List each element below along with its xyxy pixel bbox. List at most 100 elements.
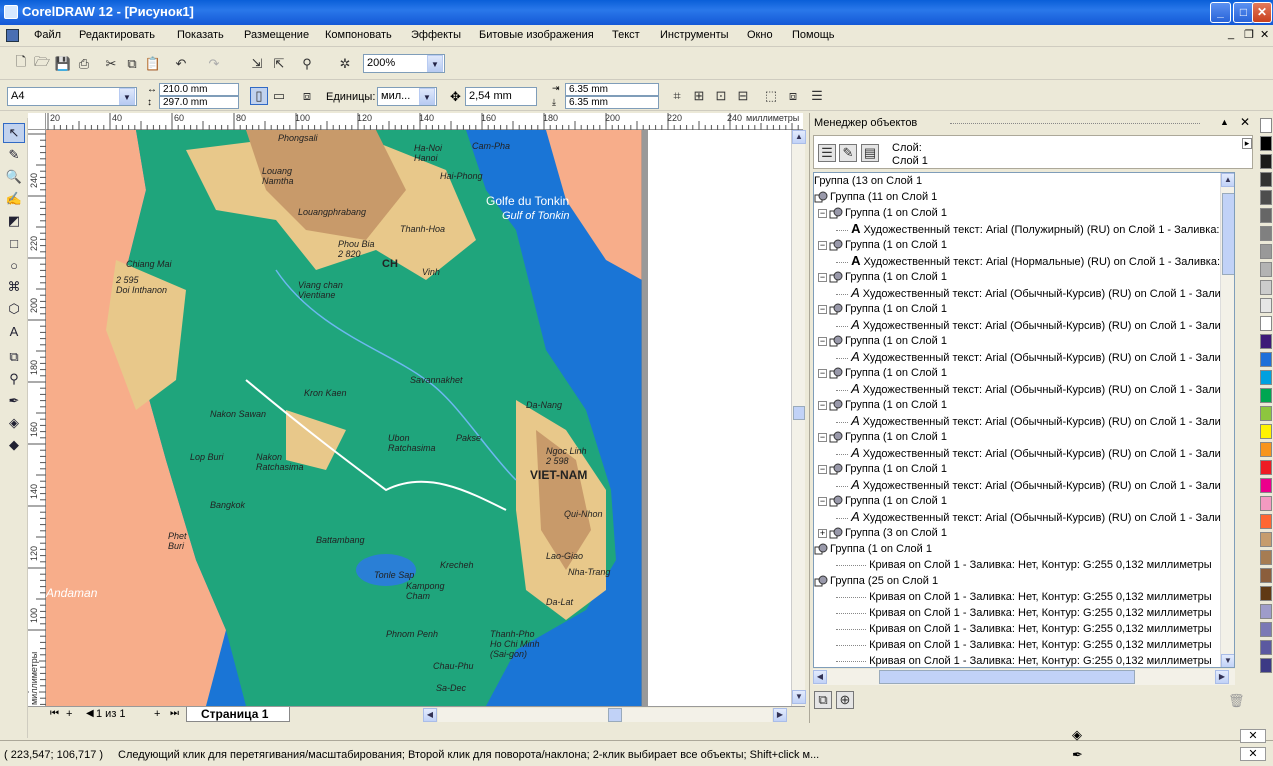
scroll-thumb[interactable] [879,670,1135,684]
expand-toggle-icon[interactable]: − [818,336,827,346]
expand-toggle-icon[interactable]: − [818,400,827,410]
tree-row[interactable]: A Художественный текст: Arial (Обычный-Ку… [814,445,1227,461]
color-swatch[interactable] [1260,370,1272,385]
tree-row[interactable]: Группа (25 on Слой 1 [814,573,938,589]
tree-row[interactable]: A Художественный текст: Arial (Обычный-Ку… [814,381,1227,397]
paper-size-select[interactable]: A4 ▼ [7,87,137,106]
fill-tool-icon[interactable]: ◈ [3,413,25,433]
menu-bitmaps[interactable]: Битовые изображения [479,29,594,41]
expand-toggle-icon[interactable]: − [818,432,827,442]
outline-indicator-icon[interactable]: ✒ [1072,747,1083,763]
scroll-thumb[interactable] [793,406,805,420]
all-pages-icon[interactable]: ⧈ [298,87,316,105]
menu-file[interactable]: Файл [34,29,61,41]
rectangle-tool-icon[interactable]: □ [3,233,25,253]
tree-row[interactable]: Кривая on Слой 1 - Заливка: Нет, Контур:… [814,621,1212,637]
interactive-blend-tool-icon[interactable]: ⧉ [3,347,25,367]
tree-row[interactable]: Кривая on Слой 1 - Заливка: Нет, Контур:… [814,637,1212,653]
expand-toggle-icon[interactable]: − [818,464,827,474]
options-icon[interactable]: ☰ [808,87,826,105]
tree-row[interactable]: Кривая on Слой 1 - Заливка: Нет, Контур:… [814,589,1212,605]
nudge-input[interactable]: 2,54 mm [465,87,537,106]
color-swatch[interactable] [1260,334,1272,349]
landscape-icon[interactable]: ▭ [270,87,288,105]
corel-online-icon[interactable]: ✲ [336,55,354,73]
edit-across-layers-icon[interactable]: ✎ [839,144,857,162]
dynamic-guides-icon[interactable]: ⊟ [734,87,752,105]
color-swatch[interactable] [1260,262,1272,277]
scroll-thumb[interactable] [1222,193,1234,275]
new-master-layer-icon[interactable]: ⊕ [836,691,854,709]
shape-tool-icon[interactable]: ✎ [3,145,25,165]
color-swatch[interactable] [1260,136,1272,151]
tree-row[interactable]: A Художественный текст: Arial (Полужирный… [814,221,1230,237]
color-swatch[interactable] [1260,478,1272,493]
first-page-icon[interactable]: ⏮ [50,708,59,719]
zoom-tool-icon[interactable]: 🔍 [3,167,25,187]
cut-icon[interactable]: ✂ [102,55,120,73]
units-select[interactable]: мил... ▼ [377,87,437,106]
treat-as-filled-icon[interactable]: ⬚ [762,87,780,105]
color-swatch[interactable] [1260,622,1272,637]
scroll-left-icon[interactable]: ◀ [813,670,827,684]
color-swatch[interactable] [1260,424,1272,439]
docker-close-icon[interactable]: ✕ [1240,115,1250,129]
tree-row[interactable]: A Художественный текст: Arial (Обычный-Ку… [814,509,1227,525]
expand-toggle-icon[interactable]: − [818,496,827,506]
document-icon[interactable] [6,29,19,42]
tree-row[interactable]: + Группа (3 on Слой 1 [814,525,947,541]
color-swatch[interactable] [1260,154,1272,169]
zoom-levels-select[interactable]: 200% ▼ [363,54,445,73]
tree-row[interactable]: − Группа (1 on Слой 1 [814,269,947,285]
docker-grip[interactable] [950,123,1200,124]
interactive-fill-tool-icon[interactable]: ◆ [3,435,25,455]
color-swatch[interactable] [1260,496,1272,511]
color-swatch[interactable] [1260,532,1272,547]
tree-row[interactable]: A Художественный текст: Arial (Обычный-Ку… [814,285,1227,301]
export-icon[interactable]: ⇱ [270,55,288,73]
page-tab[interactable]: Страница 1 [186,707,290,722]
print-icon[interactable]: ⎙ [75,55,93,73]
doc-minimize-icon[interactable]: _ [1228,28,1234,40]
snap-objects-icon[interactable]: ⊡ [712,87,730,105]
doc-restore-icon[interactable]: ❐ [1244,28,1254,41]
menu-edit[interactable]: Редактировать [79,29,155,41]
color-swatch[interactable] [1260,298,1272,313]
copy-icon[interactable]: ⧉ [123,55,141,73]
menu-view[interactable]: Показать [177,29,224,41]
tree-row[interactable]: − Группа (1 on Слой 1 [814,429,947,445]
freehand-tool-icon[interactable]: ✍ [3,189,25,209]
duplicate-y-input[interactable]: 6.35 mm [565,96,659,109]
outline-tool-icon[interactable]: ✒ [3,391,25,411]
color-swatch[interactable] [1260,118,1272,133]
color-swatch[interactable] [1260,208,1272,223]
color-swatch[interactable] [1260,586,1272,601]
ellipse-tool-icon[interactable]: ○ [3,255,25,275]
layer-manager-view-icon[interactable]: ▤ [861,144,879,162]
scroll-up-icon[interactable]: ▲ [792,130,806,144]
open-icon[interactable]: 🗁 [33,54,51,73]
application-launcher-icon[interactable]: ⚲ [298,55,316,73]
tree-row[interactable]: − Группа (1 on Слой 1 [814,205,947,221]
eyedropper-tool-icon[interactable]: ⚲ [3,369,25,389]
tree-row[interactable]: Группа (11 on Слой 1 [814,189,937,205]
menu-window[interactable]: Окно [747,29,773,41]
color-swatch[interactable] [1260,514,1272,529]
scroll-right-icon[interactable]: ▶ [1215,670,1229,684]
save-icon[interactable]: 💾 [54,55,72,73]
basic-shapes-tool-icon[interactable]: ⬡ [3,299,25,319]
scroll-thumb[interactable] [608,708,622,722]
color-swatch[interactable] [1260,604,1272,619]
vertical-ruler[interactable]: 240 220 200 180 160 140 120 100 миллимет… [28,130,46,706]
trash-icon[interactable]: 🗑 [1228,693,1245,709]
show-properties-icon[interactable]: ☰ [818,144,836,162]
color-swatch[interactable] [1260,406,1272,421]
polygon-tool-icon[interactable]: ⌘ [3,277,25,297]
tree-row[interactable]: Кривая on Слой 1 - Заливка: Нет, Контур:… [814,557,1212,573]
ruler-origin[interactable] [28,113,46,130]
new-layer-icon[interactable]: ⧉ [814,691,832,709]
text-tool-icon[interactable]: A [3,321,25,341]
tree-row[interactable]: Кривая on Слой 1 - Заливка: Нет, Контур:… [814,605,1212,621]
expand-toggle-icon[interactable]: − [818,208,827,218]
page-width-input[interactable]: 210.0 mm [159,83,239,96]
